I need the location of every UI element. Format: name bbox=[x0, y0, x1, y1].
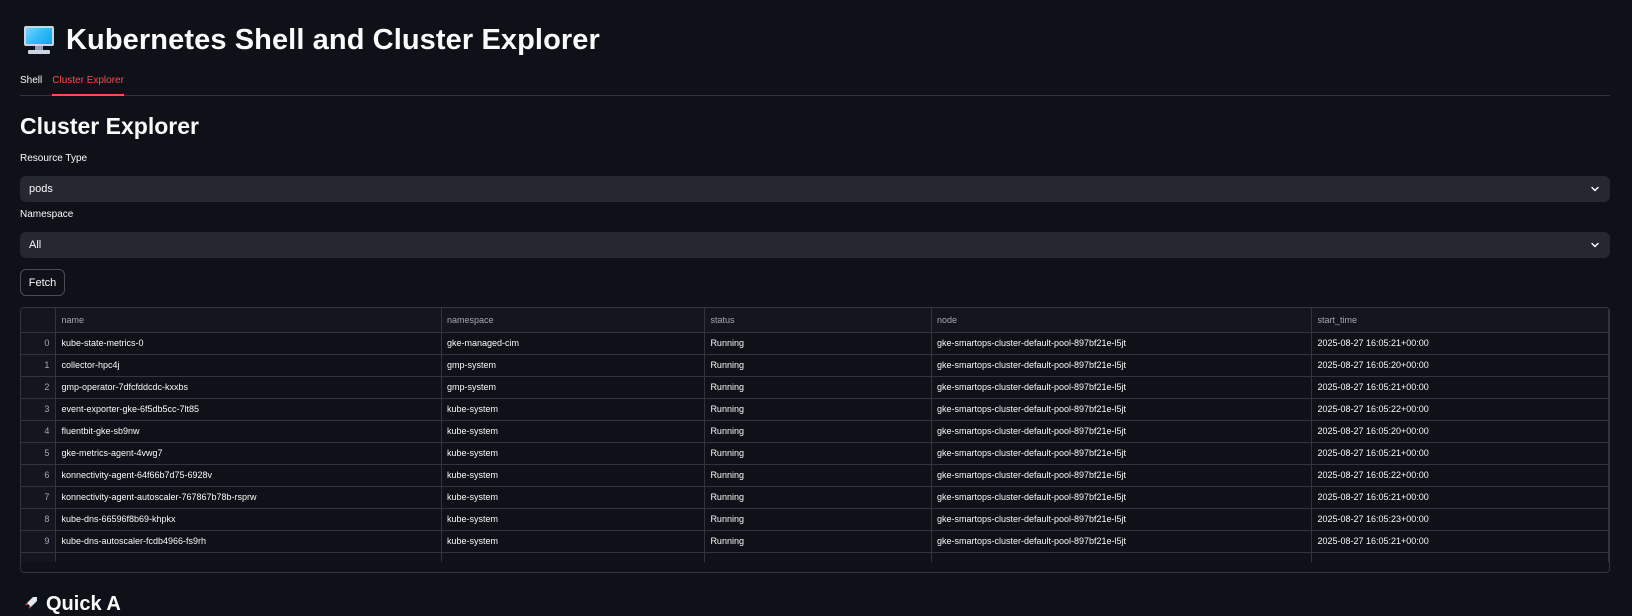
row-index: 6 bbox=[21, 464, 57, 487]
cell-status[interactable]: Running bbox=[704, 530, 932, 553]
table-row: 3 event-exporter-gke-6f5db5cc-7lt85 kube… bbox=[21, 398, 1609, 421]
cell-namespace[interactable]: gke-managed-cim bbox=[441, 332, 706, 355]
cell-status[interactable]: Running bbox=[704, 398, 932, 421]
cell-start-time[interactable]: 2025-08-27 16:05:21+00:00 bbox=[1311, 376, 1609, 399]
cell-status[interactable]: Running bbox=[704, 486, 932, 509]
cell-start-time[interactable]: 2025-08-27 16:05:21+00:00 bbox=[1311, 332, 1609, 355]
pods-table[interactable]: name namespace status node start_time 0 … bbox=[20, 307, 1610, 573]
cell-name[interactable]: fluentbit-gke-sb9nw bbox=[55, 420, 442, 443]
cell-namespace[interactable]: gmp-system bbox=[441, 376, 706, 399]
index-header bbox=[21, 308, 57, 333]
row-index: 8 bbox=[21, 508, 57, 531]
cell-node[interactable]: gke-smartops-cluster-default-pool-897bf2… bbox=[931, 354, 1313, 377]
table-row: 6 konnectivity-agent-64f66b7d75-6928v ku… bbox=[21, 464, 1609, 487]
table-row: 0 kube-state-metrics-0 gke-managed-cim R… bbox=[21, 332, 1609, 355]
cell-start-time[interactable]: 2025-08-27 16:05:21+00:00 bbox=[1311, 486, 1609, 509]
chevron-down-icon bbox=[1591, 186, 1599, 192]
namespace-value: All bbox=[29, 239, 42, 251]
resource-type-label: Resource Type bbox=[20, 153, 88, 164]
cell-status[interactable]: Running bbox=[704, 442, 932, 465]
cell-start-time[interactable]: 2025-08-27 16:05:22+00:00 bbox=[1311, 464, 1609, 487]
row-index: 7 bbox=[21, 486, 57, 509]
cell-name[interactable]: event-exporter-gke-6f5db5cc-7lt85 bbox=[55, 398, 442, 421]
table-row: 9 kube-dns-autoscaler-fcdb4966-fs9rh kub… bbox=[21, 530, 1609, 553]
cell-node[interactable]: gke-smartops-cluster-default-pool-897bf2… bbox=[931, 398, 1313, 421]
cell-node[interactable]: gke-smartops-cluster-default-pool-897bf2… bbox=[931, 464, 1313, 487]
row-index: 4 bbox=[21, 420, 57, 443]
column-header-namespace[interactable]: namespace bbox=[441, 308, 706, 333]
cell-start-time[interactable]: 2025-08-27 16:05:20+00:00 bbox=[1311, 420, 1609, 443]
cell-namespace[interactable]: gmp-system bbox=[441, 354, 706, 377]
column-header-status[interactable]: status bbox=[704, 308, 932, 333]
row-index: 5 bbox=[21, 442, 57, 465]
row-index: 1 bbox=[21, 354, 57, 377]
tab-cluster-explorer[interactable]: Cluster Explorer bbox=[52, 68, 124, 96]
row-index: 2 bbox=[21, 376, 57, 399]
cell-status[interactable]: Running bbox=[704, 332, 932, 355]
cell-start-time[interactable]: 2025-08-27 16:05:21+00:00 bbox=[1311, 442, 1609, 465]
row-index: 3 bbox=[21, 398, 57, 421]
resource-type-select[interactable]: pods bbox=[20, 176, 1610, 202]
table-row: 4 fluentbit-gke-sb9nw kube-system Runnin… bbox=[21, 420, 1609, 443]
cell-name[interactable]: kube-state-metrics-0 bbox=[55, 332, 442, 355]
app-header: Kubernetes Shell and Cluster Explorer bbox=[24, 18, 600, 62]
table-row-partial bbox=[21, 552, 1609, 562]
cell-name[interactable]: kube-dns-autoscaler-fcdb4966-fs9rh bbox=[55, 530, 442, 553]
cell-node[interactable]: gke-smartops-cluster-default-pool-897bf2… bbox=[931, 508, 1313, 531]
cell-namespace[interactable]: kube-system bbox=[441, 508, 706, 531]
cell-name[interactable]: gmp-operator-7dfcfddcdc-kxxbs bbox=[55, 376, 442, 399]
cell-status[interactable]: Running bbox=[704, 354, 932, 377]
cell-name[interactable]: kube-dns-66596f8b69-khpkx bbox=[55, 508, 442, 531]
cell-namespace[interactable]: kube-system bbox=[441, 442, 706, 465]
table-row: 7 konnectivity-agent-autoscaler-767867b7… bbox=[21, 486, 1609, 509]
table-row: 8 kube-dns-66596f8b69-khpkx kube-system … bbox=[21, 508, 1609, 531]
cell-node[interactable]: gke-smartops-cluster-default-pool-897bf2… bbox=[931, 486, 1313, 509]
column-header-start-time[interactable]: start_time bbox=[1311, 308, 1609, 333]
quick-actions-title: Quick A bbox=[46, 593, 121, 615]
column-header-node[interactable]: node bbox=[931, 308, 1313, 333]
cell-name[interactable]: konnectivity-agent-autoscaler-767867b78b… bbox=[55, 486, 442, 509]
namespace-select[interactable]: All bbox=[20, 232, 1610, 258]
cell-name[interactable]: collector-hpc4j bbox=[55, 354, 442, 377]
cell-namespace[interactable]: kube-system bbox=[441, 464, 706, 487]
cell-start-time[interactable]: 2025-08-27 16:05:20+00:00 bbox=[1311, 354, 1609, 377]
cell-start-time[interactable]: 2025-08-27 16:05:21+00:00 bbox=[1311, 530, 1609, 553]
resource-type-value: pods bbox=[29, 183, 53, 195]
cell-status[interactable]: Running bbox=[704, 376, 932, 399]
table-header-row: name namespace status node start_time bbox=[21, 308, 1609, 333]
cell-node[interactable]: gke-smartops-cluster-default-pool-897bf2… bbox=[931, 442, 1313, 465]
page-title: Kubernetes Shell and Cluster Explorer bbox=[66, 23, 600, 56]
cell-status[interactable]: Running bbox=[704, 464, 932, 487]
table-row: 2 gmp-operator-7dfcfddcdc-kxxbs gmp-syst… bbox=[21, 376, 1609, 399]
row-index: 0 bbox=[21, 332, 57, 355]
cell-node[interactable]: gke-smartops-cluster-default-pool-897bf2… bbox=[931, 332, 1313, 355]
cell-namespace[interactable]: kube-system bbox=[441, 420, 706, 443]
table-row: 1 collector-hpc4j gmp-system Running gke… bbox=[21, 354, 1609, 377]
cell-status[interactable]: Running bbox=[704, 508, 932, 531]
cell-name[interactable]: konnectivity-agent-64f66b7d75-6928v bbox=[55, 464, 442, 487]
cell-namespace[interactable]: kube-system bbox=[441, 398, 706, 421]
section-title: Cluster Explorer bbox=[20, 113, 199, 139]
fetch-button[interactable]: Fetch bbox=[20, 269, 65, 296]
cell-node[interactable]: gke-smartops-cluster-default-pool-897bf2… bbox=[931, 530, 1313, 553]
cell-name[interactable]: gke-metrics-agent-4vwg7 bbox=[55, 442, 442, 465]
cell-namespace[interactable]: kube-system bbox=[441, 486, 706, 509]
monitor-icon bbox=[24, 25, 56, 55]
tab-bar: Shell Cluster Explorer bbox=[20, 68, 1610, 96]
cell-namespace[interactable]: kube-system bbox=[441, 530, 706, 553]
rocket-icon bbox=[25, 597, 37, 609]
quick-actions-heading: Quick A bbox=[24, 593, 121, 615]
column-header-name[interactable]: name bbox=[55, 308, 442, 333]
cell-start-time[interactable]: 2025-08-27 16:05:23+00:00 bbox=[1311, 508, 1609, 531]
chevron-down-icon bbox=[1591, 242, 1599, 248]
cell-node[interactable]: gke-smartops-cluster-default-pool-897bf2… bbox=[931, 376, 1313, 399]
table-row: 5 gke-metrics-agent-4vwg7 kube-system Ru… bbox=[21, 442, 1609, 465]
tab-shell[interactable]: Shell bbox=[20, 68, 42, 87]
cell-start-time[interactable]: 2025-08-27 16:05:22+00:00 bbox=[1311, 398, 1609, 421]
cell-node[interactable]: gke-smartops-cluster-default-pool-897bf2… bbox=[931, 420, 1313, 443]
cell-status[interactable]: Running bbox=[704, 420, 932, 443]
row-index: 9 bbox=[21, 530, 57, 553]
namespace-label: Namespace bbox=[20, 209, 74, 220]
